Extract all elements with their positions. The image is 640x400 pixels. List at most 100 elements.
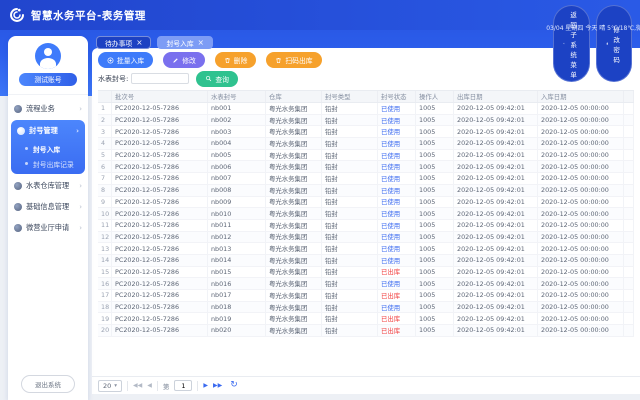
delete-button[interactable]: 删除 <box>215 52 257 68</box>
table-row[interactable]: 16PC2020-12-05-7286nb016粤光水务集团铅封已使用10052… <box>98 278 634 290</box>
cell-status: 已使用 <box>378 115 416 126</box>
refresh-icon[interactable]: ↻ <box>230 381 238 390</box>
return-subsystem-button[interactable]: 返回子系统菜单 <box>553 5 590 82</box>
divider <box>157 381 158 391</box>
cell-filler <box>624 255 634 266</box>
cell-warehouse: 粤光水务集团 <box>266 278 322 289</box>
sidebar-item-seal-inbound[interactable]: 封号入库 <box>11 141 85 156</box>
cell-status: 已出库 <box>378 325 416 336</box>
cell-batch: PC2020-12-05-7286 <box>112 138 208 149</box>
table-row[interactable]: 7PC2020-12-05-7286nb007粤光水务集团铅封已使用100520… <box>98 173 634 185</box>
cell-operator: 1005 <box>416 302 454 313</box>
cell-num: 16 <box>98 278 112 289</box>
cell-filler <box>624 243 634 254</box>
page-number-input[interactable] <box>174 380 192 391</box>
edit-button[interactable]: 修改 <box>163 52 205 68</box>
column-header: 封号类型 <box>322 91 378 102</box>
first-page-button[interactable]: ◀◀ <box>133 383 142 389</box>
table-row[interactable]: 15PC2020-12-05-7286nb015粤光水务集团铅封已出库10052… <box>98 267 634 279</box>
page-title: 智慧水务平台-表务管理 <box>31 8 146 23</box>
next-page-button[interactable]: ▶ <box>203 383 208 389</box>
table-row[interactable]: 17PC2020-12-05-7286nb017粤光水务集团铅封已出库10052… <box>98 290 634 302</box>
cell-operator: 1005 <box>416 255 454 266</box>
table-row[interactable]: 2PC2020-12-05-7286nb002粤光水务集团铅封已使用100520… <box>98 115 634 127</box>
bullet-icon <box>25 147 28 150</box>
cell-in_date: 2020-12-05 00:00:00 <box>538 290 624 301</box>
last-page-button[interactable]: ▶▶ <box>213 383 222 389</box>
sidebar-item-basic-info[interactable]: 基础信息管理 › <box>8 196 88 217</box>
seal-number-input[interactable] <box>131 73 189 84</box>
cell-out_date: 2020-12-05 09:42:01 <box>454 208 538 219</box>
table-row[interactable]: 13PC2020-12-05-7286nb013粤光水务集团铅封已使用10052… <box>98 243 634 255</box>
cell-batch: PC2020-12-05-7286 <box>112 255 208 266</box>
cell-type: 铅封 <box>322 278 378 289</box>
cell-operator: 1005 <box>416 115 454 126</box>
cell-operator: 1005 <box>416 313 454 324</box>
tab-seal-inbound[interactable]: 封号入库 × <box>157 36 212 49</box>
batch-inbound-button[interactable]: 批量入库 <box>98 52 153 68</box>
table-row[interactable]: 9PC2020-12-05-7286nb009粤光水务集团铅封已使用100520… <box>98 197 634 209</box>
sidebar-item-process-business[interactable]: 流程业务 › <box>8 98 88 119</box>
table-row[interactable]: 5PC2020-12-05-7286nb005粤光水务集团铅封已使用100520… <box>98 150 634 162</box>
table-row[interactable]: 20PC2020-12-05-7286nb020粤光水务集团铅封已出库10052… <box>98 325 634 337</box>
table-row[interactable]: 3PC2020-12-05-7286nb003粤光水务集团铅封已使用100520… <box>98 126 634 138</box>
cell-batch: PC2020-12-05-7286 <box>112 150 208 161</box>
cell-warehouse: 粤光水务集团 <box>266 302 322 313</box>
sidebar-item-micro-hall[interactable]: 微营业厅申请 › <box>8 217 88 238</box>
cell-filler <box>624 290 634 301</box>
cell-warehouse: 粤光水务集团 <box>266 126 322 137</box>
cell-filler <box>624 103 634 114</box>
cell-in_date: 2020-12-05 00:00:00 <box>538 243 624 254</box>
page-size-select[interactable]: 20 ▾ <box>98 380 122 392</box>
account-button[interactable]: 测试账号 <box>19 73 77 86</box>
scan-outbound-button[interactable]: 扫码出库 <box>266 52 321 68</box>
weather-text: 03/04 星期四 今天 晴 5℃/18℃,微风 <box>546 23 640 32</box>
close-icon[interactable]: × <box>198 39 204 47</box>
cell-seal: nb020 <box>208 325 266 336</box>
table-row[interactable]: 11PC2020-12-05-7286nb011粤光水务集团铅封已使用10052… <box>98 220 634 232</box>
cell-num: 18 <box>98 302 112 313</box>
table-row[interactable]: 12PC2020-12-05-7286nb012粤光水务集团铅封已使用10052… <box>98 232 634 244</box>
cell-num: 8 <box>98 185 112 196</box>
cell-type: 铅封 <box>322 115 378 126</box>
cell-out_date: 2020-12-05 09:42:01 <box>454 150 538 161</box>
cell-batch: PC2020-12-05-7286 <box>112 126 208 137</box>
change-password-button[interactable]: 修改密码 <box>596 5 633 82</box>
close-icon[interactable]: × <box>136 39 142 47</box>
table-row[interactable]: 10PC2020-12-05-7286nb010粤光水务集团铅封已使用10052… <box>98 208 634 220</box>
cell-operator: 1005 <box>416 138 454 149</box>
table-row[interactable]: 18PC2020-12-05-7286nb018粤光水务集团铅封已使用10052… <box>98 302 634 314</box>
table-row[interactable]: 1PC2020-12-05-7286nb001粤光水务集团铅封已使用100520… <box>98 103 634 115</box>
cell-batch: PC2020-12-05-7286 <box>112 267 208 278</box>
column-header: 仓库 <box>266 91 322 102</box>
cell-filler <box>624 278 634 289</box>
cell-out_date: 2020-12-05 09:42:01 <box>454 197 538 208</box>
table-row[interactable]: 8PC2020-12-05-7286nb008粤光水务集团铅封已使用100520… <box>98 185 634 197</box>
sidebar-item-seal-outbound-record[interactable]: 封号出库记录 <box>11 156 85 171</box>
cell-batch: PC2020-12-05-7286 <box>112 197 208 208</box>
prev-page-button[interactable]: ◀ <box>147 383 152 389</box>
cell-operator: 1005 <box>416 126 454 137</box>
table-row[interactable]: 14PC2020-12-05-7286nb014粤光水务集团铅封已使用10052… <box>98 255 634 267</box>
sidebar-item-meter-warehouse[interactable]: 水表仓库管理 › <box>8 175 88 196</box>
cell-type: 铅封 <box>322 173 378 184</box>
cell-status: 已出库 <box>378 267 416 278</box>
cell-in_date: 2020-12-05 00:00:00 <box>538 197 624 208</box>
plus-circle-icon <box>107 57 114 64</box>
query-button[interactable]: 查询 <box>196 71 238 87</box>
tab-todo[interactable]: 待办事项 × <box>96 36 151 49</box>
column-header <box>98 91 112 102</box>
sidebar-item-seal-management[interactable]: 封号管理 › <box>11 120 85 141</box>
table-row[interactable]: 4PC2020-12-05-7286nb004粤光水务集团铅封已使用100520… <box>98 138 634 150</box>
table-row[interactable]: 19PC2020-12-05-7286nb019粤光水务集团铅封已出库10052… <box>98 313 634 325</box>
cell-seal: nb009 <box>208 197 266 208</box>
cell-status: 已使用 <box>378 197 416 208</box>
table-row[interactable]: 6PC2020-12-05-7286nb006粤光水务集团铅封已使用100520… <box>98 161 634 173</box>
cell-filler <box>624 267 634 278</box>
chevron-right-icon: › <box>79 203 82 211</box>
logout-button[interactable]: 退出系统 <box>21 375 75 393</box>
column-header: 水表封号 <box>208 91 266 102</box>
cell-seal: nb012 <box>208 232 266 243</box>
cell-status: 已使用 <box>378 185 416 196</box>
cell-warehouse: 粤光水务集团 <box>266 161 322 172</box>
